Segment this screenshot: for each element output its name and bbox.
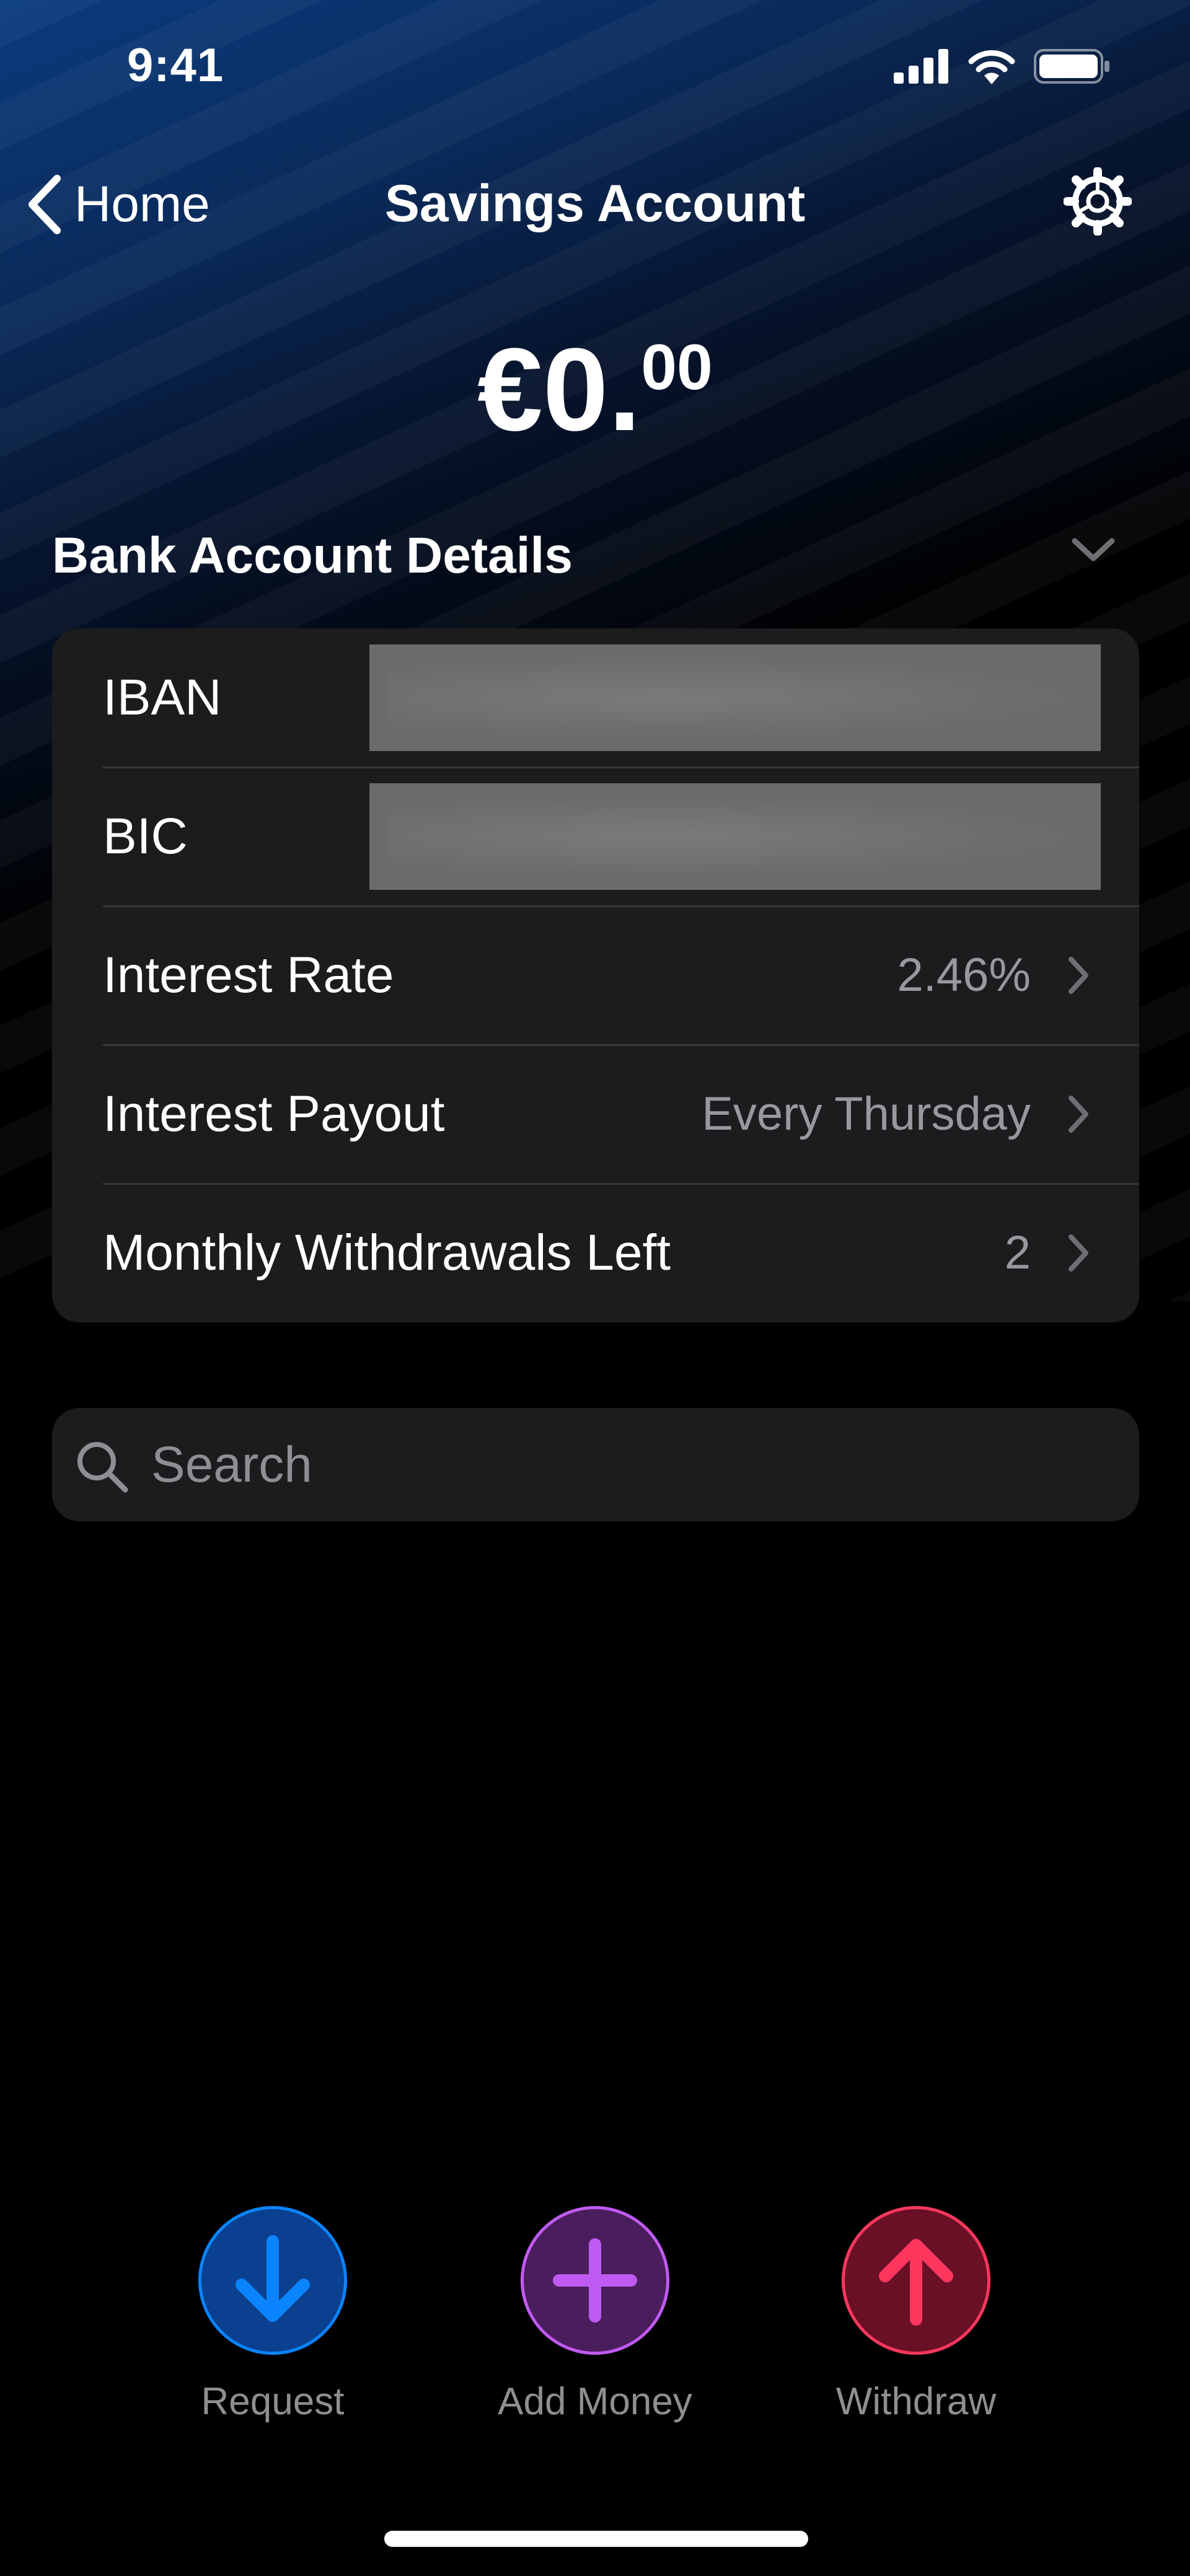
chevron-right-icon bbox=[1069, 1096, 1088, 1133]
balance-whole: 0 bbox=[542, 324, 609, 455]
balance-cents: 00 bbox=[641, 332, 713, 403]
add-money-button[interactable]: Add Money bbox=[477, 2206, 713, 2424]
gear-icon bbox=[1063, 167, 1132, 236]
account-balance: €0.00 bbox=[0, 322, 1190, 457]
collapse-toggle[interactable] bbox=[1071, 536, 1116, 566]
chevron-right-icon bbox=[1069, 957, 1088, 994]
detail-label: IBAN bbox=[103, 669, 222, 726]
chevron-down-icon bbox=[1072, 538, 1115, 561]
detail-value: 2.46% bbox=[897, 949, 1031, 1001]
redacted-iban-value bbox=[369, 644, 1101, 751]
battery-icon bbox=[1034, 49, 1109, 84]
add-money-button-label: Add Money bbox=[498, 2380, 692, 2423]
detail-row-bic[interactable]: BIC bbox=[52, 767, 1139, 906]
cellular-signal-icon bbox=[894, 49, 948, 84]
detail-label: Interest Payout bbox=[103, 1086, 445, 1142]
withdraw-button[interactable]: Withdraw bbox=[798, 2206, 1034, 2424]
arrow-down-icon bbox=[236, 2235, 310, 2322]
section-header-bank-details[interactable]: Bank Account Details bbox=[52, 527, 573, 585]
detail-row-monthly-withdrawals[interactable]: Monthly Withdrawals Left 2 bbox=[52, 1184, 1139, 1322]
detail-row-interest-payout[interactable]: Interest Payout Every Thursday bbox=[52, 1045, 1139, 1184]
detail-row-interest-rate[interactable]: Interest Rate 2.46% bbox=[52, 906, 1139, 1045]
withdraw-button-label: Withdraw bbox=[835, 2380, 997, 2423]
balance-currency: € bbox=[477, 324, 543, 455]
search-icon bbox=[77, 1442, 128, 1493]
navigation-bar: Home Savings Account bbox=[0, 155, 1190, 248]
status-bar: 9:41 bbox=[0, 0, 1190, 136]
page-title: Savings Account bbox=[384, 174, 806, 232]
chevron-right-icon bbox=[1069, 1234, 1088, 1272]
redacted-bic-value bbox=[369, 783, 1101, 890]
detail-label: Monthly Withdrawals Left bbox=[103, 1224, 671, 1281]
plus-icon bbox=[553, 2238, 637, 2323]
action-bar: Request Add Money Withdraw bbox=[0, 2206, 1190, 2442]
detail-label: BIC bbox=[103, 808, 188, 864]
status-icons bbox=[894, 48, 1111, 84]
detail-value: Every Thursday bbox=[702, 1088, 1031, 1140]
balance-decimal-point: . bbox=[608, 324, 641, 455]
add-money-button-circle bbox=[521, 2206, 669, 2355]
detail-label: Interest Rate bbox=[103, 947, 394, 1003]
wifi-icon bbox=[968, 50, 1015, 84]
detail-value: 2 bbox=[1004, 1226, 1031, 1279]
status-time: 9:41 bbox=[127, 39, 224, 92]
settings-button[interactable] bbox=[1063, 167, 1132, 239]
request-button-circle bbox=[198, 2206, 347, 2355]
detail-row-iban[interactable]: IBAN bbox=[52, 628, 1139, 767]
home-indicator[interactable] bbox=[384, 2531, 808, 2547]
arrow-up-icon bbox=[879, 2239, 953, 2326]
search-field[interactable]: Search bbox=[52, 1408, 1139, 1521]
request-button[interactable]: Request bbox=[155, 2206, 390, 2424]
bank-details-card: IBAN BIC Interest Rate 2.46% Interest Pa… bbox=[52, 628, 1139, 1322]
withdraw-button-circle bbox=[842, 2206, 990, 2355]
search-placeholder: Search bbox=[151, 1436, 312, 1493]
request-button-label: Request bbox=[201, 2380, 345, 2423]
